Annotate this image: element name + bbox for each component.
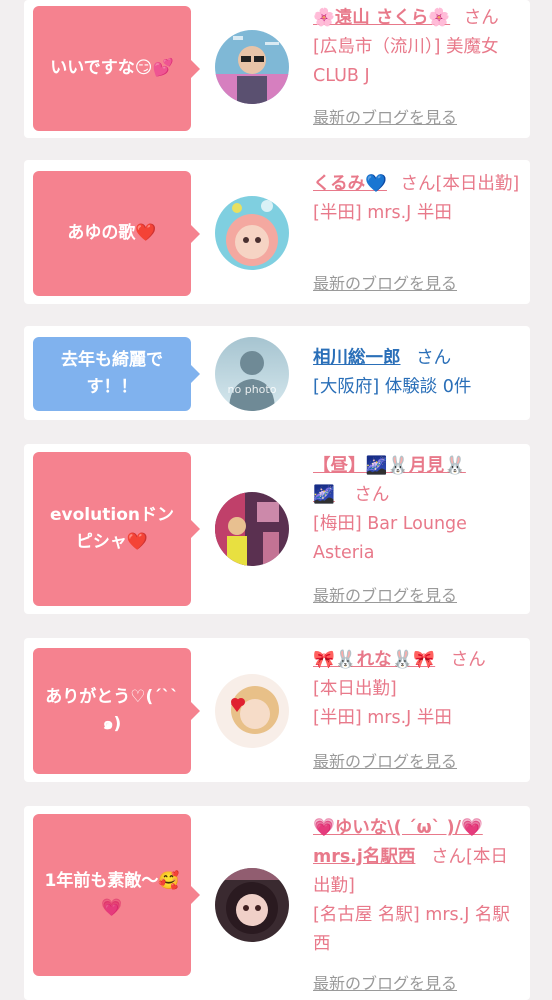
latest-blog-link[interactable]: 最新のブログを見る (313, 748, 457, 772)
comment-text: 1年前も素敵〜🥰💗 (44, 871, 180, 918)
woman-photo-icon (215, 674, 289, 748)
user-info: 💗ゆいな\( ´ω` )/💗mrs.j名駅西 さん[本日出勤] [名古屋 名駅]… (313, 814, 523, 959)
comment-bubble: evolutionドンピシャ❤️ (33, 452, 200, 606)
honorific: さん[本日出勤] (400, 174, 520, 194)
comment-card: 1年前も素敵〜🥰💗 💗ゆいな\( ´ω` )/💗mrs.j名駅西 さん[本日出勤… (24, 806, 530, 1000)
man-sunglasses-photo-icon (215, 30, 289, 104)
comment-text: あゆの歌❤️ (67, 223, 157, 243)
honorific: さん (354, 485, 390, 505)
honorific: さん (450, 650, 486, 670)
comment-bubble: ありがとう♡(´`` ๑) (33, 648, 200, 774)
comment-bubble: いいですな😏💕 (33, 6, 200, 131)
comment-card: いいですな😏💕 🌸遠山 さくら🌸 さん [広島市（流川）] 美魔女CLUB J … (24, 0, 530, 138)
latest-blog-link[interactable]: 最新のブログを見る (313, 970, 457, 994)
user-info: 【昼】🌌🐰月見🐰 🌌 さん [梅田] Bar Lounge Asteria (313, 452, 523, 568)
user-location: [大阪府] 体験談 0件 (313, 377, 472, 397)
avatar[interactable] (215, 30, 289, 104)
user-name-link[interactable]: くるみ💙 (313, 174, 387, 194)
avatar[interactable] (215, 196, 289, 270)
honorific: さん (463, 8, 499, 28)
user-info: くるみ💙 さん[本日出勤] [半田] mrs.J 半田 (313, 170, 523, 228)
comment-text: いいですな😏💕 (50, 58, 174, 78)
no-photo-label: no photo (227, 383, 277, 396)
honorific: さん (416, 348, 452, 368)
shop-location: [梅田] Bar Lounge Asteria (313, 514, 467, 563)
user-name-link[interactable]: 🌸遠山 さくら🌸 (313, 8, 450, 28)
latest-blog-link[interactable]: 最新のブログを見る (313, 104, 457, 128)
user-info: 相川総一郎 さん [大阪府] 体験談 0件 (313, 344, 523, 402)
comment-text: ありがとう♡(´`` ๑) (45, 687, 179, 734)
latest-blog-link[interactable]: 最新のブログを見る (313, 270, 457, 294)
woman-photo-icon (215, 492, 289, 566)
comment-text: 去年も綺麗です！！ (61, 350, 163, 397)
user-name-link-cont[interactable]: 🌌 (313, 485, 335, 505)
user-name-link[interactable]: 相川総一郎 (313, 348, 401, 368)
avatar[interactable]: no photo (215, 337, 289, 411)
latest-blog-link[interactable]: 最新のブログを見る (313, 582, 457, 606)
avatar[interactable] (215, 868, 289, 942)
comment-bubble: 去年も綺麗です！！ (33, 337, 200, 411)
no-photo-silhouette-icon (215, 337, 289, 411)
woman-photo-icon (215, 196, 289, 270)
work-status: [本日出勤] (313, 679, 397, 699)
woman-photo-icon (215, 868, 289, 942)
comment-text: evolutionドンピシャ❤️ (50, 505, 174, 552)
comment-card: ありがとう♡(´`` ๑) 🎀🐰れな🐰🎀 さん [本日出勤] [半田] mrs.… (24, 638, 530, 782)
shop-location: [広島市（流川）] 美魔女CLUB J (313, 37, 499, 86)
comment-card: あゆの歌❤️ くるみ💙 さん[本日出勤] [半田] mrs.J 半田 最新のブロ… (24, 160, 530, 304)
comment-bubble: 1年前も素敵〜🥰💗 (33, 814, 200, 976)
comment-bubble: あゆの歌❤️ (33, 171, 200, 296)
user-name-link[interactable]: 🎀🐰れな🐰🎀 (313, 650, 435, 670)
avatar[interactable] (215, 492, 289, 566)
shop-location: [名古屋 名駅] mrs.J 名駅西 (313, 905, 510, 954)
shop-location: [半田] mrs.J 半田 (313, 708, 452, 728)
avatar[interactable] (215, 674, 289, 748)
user-name-link[interactable]: 【昼】🌌🐰月見🐰 (313, 456, 466, 476)
shop-location: [半田] mrs.J 半田 (313, 203, 452, 223)
user-info: 🎀🐰れな🐰🎀 さん [本日出勤] [半田] mrs.J 半田 (313, 646, 523, 733)
user-info: 🌸遠山 さくら🌸 さん [広島市（流川）] 美魔女CLUB J (313, 4, 523, 91)
comment-card: 去年も綺麗です！！ no photo 相川総一郎 さん [大阪府] 体験談 0件 (24, 326, 530, 420)
comment-card: evolutionドンピシャ❤️ 【昼】🌌🐰月見🐰 🌌 さん [梅田] Bar … (24, 444, 530, 614)
